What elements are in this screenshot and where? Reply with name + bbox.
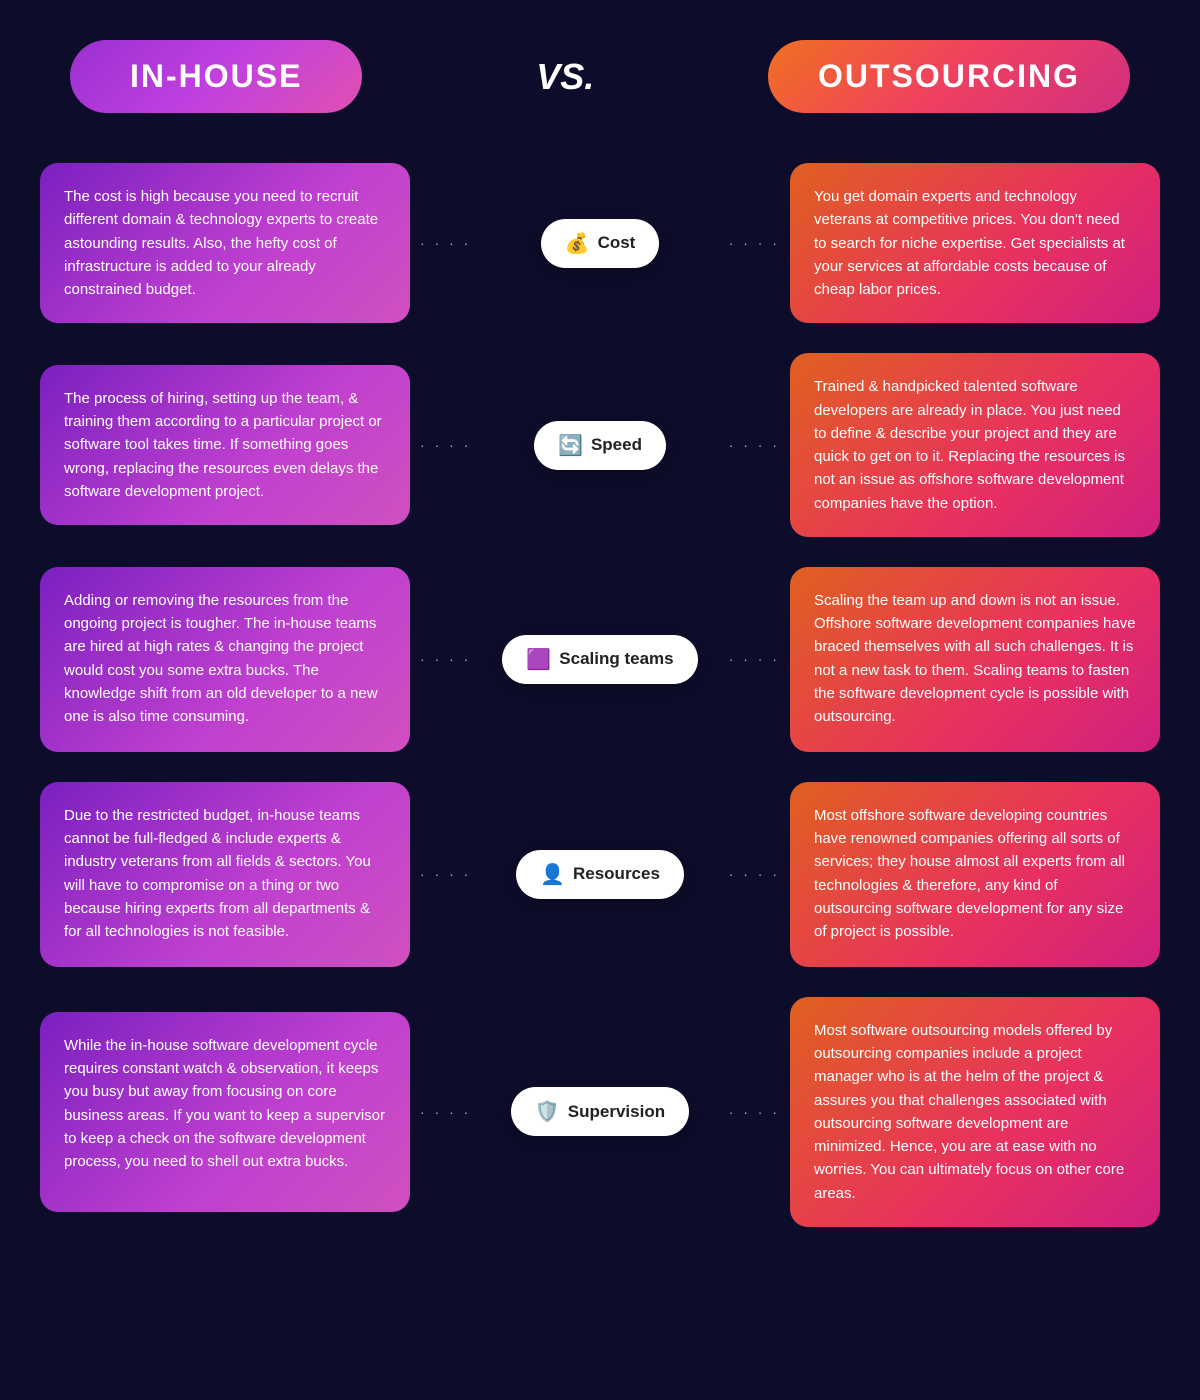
badge-icon-speed: 🔄 — [558, 433, 583, 458]
comparison-row-speed: The process of hiring, setting up the te… — [40, 353, 1160, 537]
badge-label-supervision: Supervision — [568, 1102, 665, 1122]
left-card-supervision: While the in-house software development … — [40, 1012, 410, 1212]
outsourcing-label: OUTSOURCING — [818, 58, 1080, 94]
comparison-row-cost: The cost is high because you need to rec… — [40, 163, 1160, 323]
left-card-resources: Due to the restricted budget, in-house t… — [40, 782, 410, 967]
vs-label: VS. — [536, 56, 594, 98]
page-wrapper: IN-HOUSE VS. OUTSOURCING The cost is hig… — [0, 0, 1200, 1317]
badge-label-cost: Cost — [598, 233, 636, 253]
badge-label-speed: Speed — [591, 435, 642, 455]
badge-cost: 💰 Cost — [541, 219, 660, 268]
comparison-row-resources: Due to the restricted budget, in-house t… — [40, 782, 1160, 967]
right-card-scaling: Scaling the team up and down is not an i… — [790, 567, 1160, 752]
right-card-cost: You get domain experts and technology ve… — [790, 163, 1160, 323]
badge-label-scaling: Scaling teams — [559, 649, 673, 669]
badge-resources: 👤 Resources — [516, 850, 684, 899]
comparison-row-scaling: Adding or removing the resources from th… — [40, 567, 1160, 752]
center-badge-speed: 🔄 Speed — [410, 421, 790, 470]
left-card-scaling: Adding or removing the resources from th… — [40, 567, 410, 752]
center-badge-resources: 👤 Resources — [410, 850, 790, 899]
badge-icon-supervision: 🛡️ — [535, 1099, 560, 1124]
header: IN-HOUSE VS. OUTSOURCING — [40, 40, 1160, 113]
left-card-speed: The process of hiring, setting up the te… — [40, 365, 410, 525]
badge-icon-scaling: 🟪 — [526, 647, 551, 672]
inhouse-label: IN-HOUSE — [130, 58, 302, 94]
rows-container: The cost is high because you need to rec… — [40, 163, 1160, 1227]
right-card-supervision: Most software outsourcing models offered… — [790, 997, 1160, 1227]
center-badge-scaling: 🟪 Scaling teams — [410, 635, 790, 684]
badge-label-resources: Resources — [573, 864, 660, 884]
badge-icon-cost: 💰 — [565, 231, 590, 256]
center-badge-cost: 💰 Cost — [410, 219, 790, 268]
badge-speed: 🔄 Speed — [534, 421, 666, 470]
inhouse-badge: IN-HOUSE — [70, 40, 362, 113]
right-card-speed: Trained & handpicked talented software d… — [790, 353, 1160, 537]
badge-supervision: 🛡️ Supervision — [511, 1087, 689, 1136]
center-badge-supervision: 🛡️ Supervision — [410, 1087, 790, 1136]
outsourcing-badge: OUTSOURCING — [768, 40, 1130, 113]
right-card-resources: Most offshore software developing countr… — [790, 782, 1160, 967]
badge-icon-resources: 👤 — [540, 862, 565, 887]
badge-scaling: 🟪 Scaling teams — [502, 635, 697, 684]
comparison-row-supervision: While the in-house software development … — [40, 997, 1160, 1227]
left-card-cost: The cost is high because you need to rec… — [40, 163, 410, 323]
